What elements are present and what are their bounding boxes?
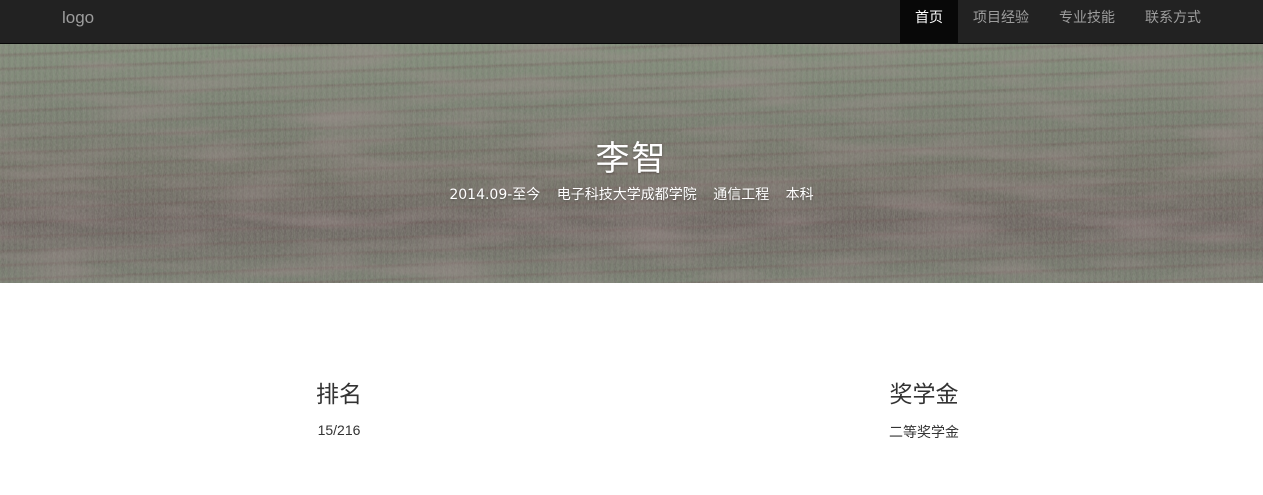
education-degree: 本科 (785, 187, 814, 203)
nav-item-contact[interactable]: 联系方式 (1130, 0, 1216, 43)
rank-title: 排名 (316, 382, 362, 408)
nav-item-projects[interactable]: 项目经验 (958, 0, 1044, 43)
education-school: 电子科技大学成都学院 (556, 187, 697, 203)
main-nav: 首页 项目经验 专业技能 联系方式 (900, 0, 1216, 43)
nav-item-home[interactable]: 首页 (900, 0, 958, 43)
nav-item-skills[interactable]: 专业技能 (1044, 0, 1130, 43)
profile-name: 李智 (595, 139, 668, 179)
rank-value: 15/216 (317, 422, 361, 438)
scholarship-stat: 奖学金 二等奖学金 (864, 380, 984, 442)
profile-education-info: 2014.09-至今 电子科技大学成都学院 通信工程 本科 (0, 184, 1263, 204)
hero-banner: 李智 2014.09-至今 电子科技大学成都学院 通信工程 本科 (0, 44, 1263, 283)
education-major: 通信工程 (713, 187, 770, 203)
scholarship-value: 二等奖学金 (889, 424, 959, 440)
scholarship-title: 奖学金 (889, 382, 959, 408)
top-navbar: logo 首页 项目经验 专业技能 联系方式 (0, 0, 1263, 44)
education-period: 2014.09-至今 (449, 187, 541, 203)
rank-stat: 排名 15/216 (289, 380, 389, 438)
logo-link[interactable]: logo (62, 0, 94, 36)
